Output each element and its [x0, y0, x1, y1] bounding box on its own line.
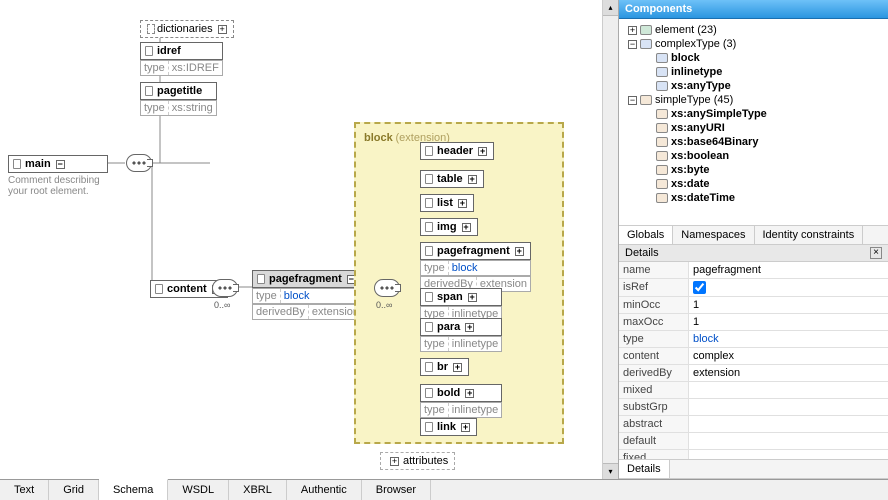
details-row[interactable]: derivedByextension [619, 365, 888, 382]
tree-item[interactable]: xs:anyType [625, 79, 882, 93]
element-bold[interactable]: bold+ [420, 384, 502, 402]
type-glyph-icon [656, 193, 668, 203]
close-icon[interactable]: × [870, 247, 882, 259]
scroll-down-button[interactable]: ▾ [603, 463, 618, 479]
occurrence-label: 0..∞ [376, 300, 392, 310]
sequence-compositor[interactable] [212, 279, 238, 297]
element-idref[interactable]: idref [140, 42, 223, 60]
tree-item[interactable]: xs:anyURI [625, 121, 882, 135]
element-main[interactable]: main− [8, 155, 108, 173]
details-row[interactable]: contentcomplex [619, 348, 888, 365]
expand-icon[interactable]: + [468, 293, 477, 302]
expand-icon[interactable]: + [390, 457, 399, 466]
type-glyph-icon [640, 25, 652, 35]
details-row[interactable]: isRef [619, 279, 888, 297]
tree-item[interactable]: −complexType (3) [625, 37, 882, 51]
details-row[interactable]: fixed [619, 450, 888, 460]
element-list[interactable]: list+ [420, 194, 474, 212]
element-comment: Comment describing your root element. [8, 175, 108, 197]
schema-canvas[interactable]: main− Comment describing your root eleme… [0, 0, 618, 479]
element-pagefragment[interactable]: pagefragment− [252, 270, 363, 288]
type-glyph-icon [640, 95, 652, 105]
type-glyph-icon [656, 67, 668, 77]
type-glyph-icon [656, 179, 668, 189]
expand-icon[interactable]: + [468, 175, 477, 184]
occurrence-label: 0..∞ [214, 300, 230, 310]
details-row[interactable]: abstract [619, 416, 888, 433]
details-row[interactable]: namepagefragment [619, 262, 888, 279]
tab-identity-constraints[interactable]: Identity constraints [755, 226, 864, 244]
expand-icon[interactable]: + [515, 247, 524, 256]
type-glyph-icon [656, 165, 668, 175]
tree-toggle-icon[interactable]: + [628, 26, 637, 35]
tree-item[interactable]: xs:anySimpleType [625, 107, 882, 121]
details-row[interactable]: minOcc1 [619, 297, 888, 314]
view-tab-xbrl[interactable]: XBRL [229, 480, 287, 500]
tree-item[interactable]: +element (23) [625, 23, 882, 37]
expand-icon[interactable]: − [56, 160, 65, 169]
tree-item[interactable]: xs:base64Binary [625, 135, 882, 149]
element-header[interactable]: header+ [420, 142, 494, 160]
element-dictionaries[interactable]: dictionaries+ [140, 20, 234, 38]
sequence-compositor[interactable] [374, 279, 400, 297]
components-panel-header: Components [619, 0, 888, 19]
tree-item[interactable]: −simpleType (45) [625, 93, 882, 107]
attributes-node[interactable]: +attributes [380, 452, 455, 470]
element-img[interactable]: img+ [420, 218, 478, 236]
tab-globals[interactable]: Globals [619, 226, 673, 244]
type-glyph-icon [656, 137, 668, 147]
expand-icon[interactable]: + [218, 25, 227, 34]
vertical-scrollbar[interactable]: ▴ ▾ [602, 0, 618, 479]
details-row[interactable]: default [619, 433, 888, 450]
details-footer-tab[interactable]: Details [619, 460, 670, 478]
details-grid[interactable]: namepagefragmentisRefminOcc1maxOcc1typeb… [619, 262, 888, 460]
details-row[interactable]: typeblock [619, 331, 888, 348]
component-tabs: GlobalsNamespacesIdentity constraints [619, 225, 888, 245]
tree-item[interactable]: block [625, 51, 882, 65]
view-tab-grid[interactable]: Grid [49, 480, 99, 500]
expand-icon[interactable]: + [465, 323, 474, 332]
view-tabs: TextGridSchemaWSDLXBRLAuthenticBrowser [0, 479, 888, 500]
type-glyph-icon [656, 53, 668, 63]
type-glyph-icon [656, 109, 668, 119]
element-span[interactable]: span+ [420, 288, 502, 306]
tree-item[interactable]: inlinetype [625, 65, 882, 79]
tree-item[interactable]: xs:byte [625, 163, 882, 177]
tab-namespaces[interactable]: Namespaces [673, 226, 754, 244]
type-glyph-icon [656, 151, 668, 161]
view-tab-wsdl[interactable]: WSDL [168, 480, 229, 500]
type-glyph-icon [656, 81, 668, 91]
tree-item[interactable]: xs:date [625, 177, 882, 191]
sequence-compositor[interactable] [126, 154, 152, 172]
view-tab-browser[interactable]: Browser [362, 480, 431, 500]
expand-icon[interactable]: + [465, 389, 474, 398]
tree-toggle-icon[interactable]: − [628, 96, 637, 105]
element-pagefragment[interactable]: pagefragment+ [420, 242, 531, 260]
view-tab-schema[interactable]: Schema [99, 479, 168, 500]
details-header: Details [625, 247, 659, 259]
element-link[interactable]: link+ [420, 418, 477, 436]
details-row[interactable]: mixed [619, 382, 888, 399]
type-glyph-icon [640, 39, 652, 49]
components-tree[interactable]: +element (23)−complexType (3)blockinline… [619, 19, 888, 225]
tree-item[interactable]: xs:boolean [625, 149, 882, 163]
element-br[interactable]: br+ [420, 358, 469, 376]
view-tab-authentic[interactable]: Authentic [287, 480, 362, 500]
tree-toggle-icon[interactable]: − [628, 40, 637, 49]
tree-item[interactable]: xs:dateTime [625, 191, 882, 205]
expand-icon[interactable]: + [462, 223, 471, 232]
expand-icon[interactable]: + [461, 423, 470, 432]
details-row[interactable]: substGrp [619, 399, 888, 416]
type-glyph-icon [656, 123, 668, 133]
element-para[interactable]: para+ [420, 318, 502, 336]
element-table[interactable]: table+ [420, 170, 484, 188]
expand-icon[interactable]: + [453, 363, 462, 372]
isref-checkbox[interactable] [693, 281, 706, 294]
expand-icon[interactable]: + [478, 147, 487, 156]
view-tab-text[interactable]: Text [0, 480, 49, 500]
element-pagetitle[interactable]: pagetitle [140, 82, 217, 100]
scroll-up-button[interactable]: ▴ [603, 0, 618, 16]
expand-icon[interactable]: + [458, 199, 467, 208]
details-row[interactable]: maxOcc1 [619, 314, 888, 331]
